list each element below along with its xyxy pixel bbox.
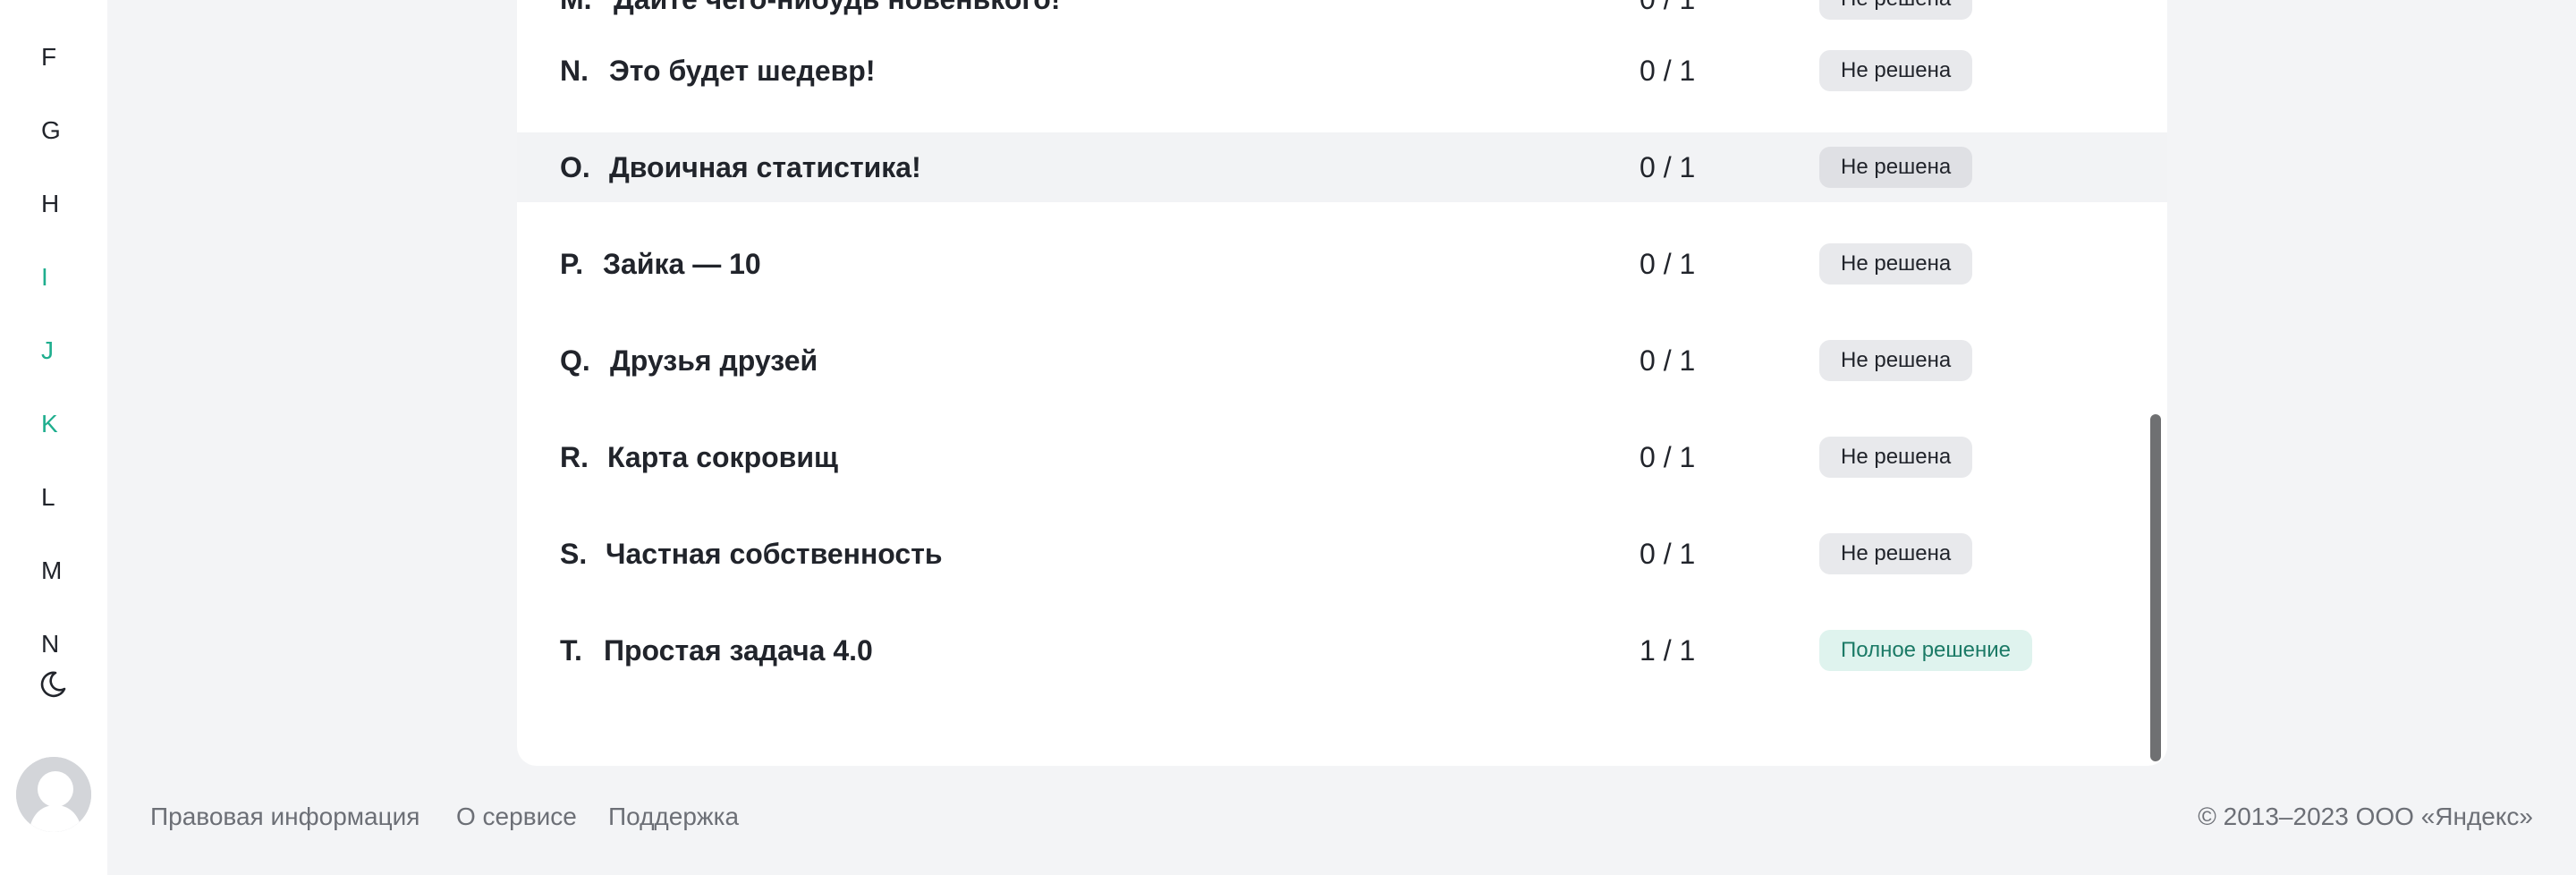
problem-score: 0 / 1 [1640, 344, 1696, 377]
status-badge-full: Полное решение [1819, 630, 2032, 671]
problem-score: 0 / 1 [1640, 247, 1696, 280]
problem-row-q[interactable]: Q. Друзья друзей 0 / 1 Не решена [517, 326, 2167, 395]
problem-score: 0 / 1 [1640, 150, 1696, 183]
nav-letter-h[interactable]: H [41, 190, 59, 218]
status-badge: Не решена [1819, 340, 1973, 381]
user-avatar-icon[interactable] [16, 757, 91, 832]
problem-row-t[interactable]: T. Простая задача 4.0 1 / 1 Полное решен… [517, 616, 2167, 685]
nav-letter-g[interactable]: G [41, 116, 61, 145]
moon-icon[interactable] [38, 669, 68, 700]
problem-name[interactable]: Двоичная статистика! [609, 151, 921, 184]
nav-letter-l[interactable]: L [41, 483, 55, 512]
problem-name[interactable]: Частная собственность [606, 538, 943, 571]
problem-row-r[interactable]: R. Карта сокровищ 0 / 1 Не решена [517, 422, 2167, 492]
problem-code: S. [560, 537, 588, 570]
problem-name[interactable]: Простая задача 4.0 [604, 634, 873, 667]
problem-name[interactable]: Друзья друзей [610, 344, 818, 378]
problem-score: 0 / 1 [1640, 0, 1695, 16]
footer-support-link[interactable]: Поддержка [608, 803, 739, 831]
problem-row-m[interactable]: M. Дайте чего-нибудь новенького! 0 / 1 Н… [517, 0, 2167, 34]
problem-code: T. [560, 633, 582, 667]
problem-name[interactable]: Это будет шедевр! [609, 55, 876, 88]
nav-letter-i[interactable]: I [41, 263, 48, 292]
copyright-text: © 2013–2023 ООО «Яндекс» [2198, 803, 2533, 830]
nav-letter-m[interactable]: M [41, 556, 62, 585]
problem-code: R. [560, 440, 589, 473]
status-badge: Не решена [1819, 50, 1973, 91]
problem-row-n[interactable]: N. Это будет шедевр! 0 / 1 Не решена [517, 36, 2167, 106]
problem-score: 0 / 1 [1640, 54, 1696, 87]
nav-letter-k[interactable]: K [41, 410, 58, 438]
problem-score: 1 / 1 [1640, 633, 1696, 667]
status-badge: Не решена [1819, 243, 1973, 285]
footer-about-link[interactable]: О сервисе [456, 803, 577, 831]
problem-code: O. [560, 150, 590, 183]
nav-letter-n[interactable]: N [41, 630, 59, 653]
footer-legal-link[interactable]: Правовая информация [150, 803, 419, 831]
status-badge: Не решена [1819, 437, 1973, 478]
problem-row-s[interactable]: S. Частная собственность 0 / 1 Не решена [517, 519, 2167, 589]
problem-letter-nav: F G H I J K L M N [0, 0, 107, 653]
problem-score: 0 / 1 [1640, 537, 1696, 570]
nav-letter-j[interactable]: J [41, 336, 54, 365]
nav-letter-f[interactable]: F [41, 43, 56, 72]
problem-name[interactable]: Дайте чего-нибудь новенького! [614, 0, 1061, 16]
problem-row-p[interactable]: P. Зайка — 10 0 / 1 Не решена [517, 229, 2167, 299]
status-badge: Не решена [1819, 147, 1973, 188]
problem-name[interactable]: Зайка — 10 [603, 248, 761, 281]
scrollbar-thumb[interactable] [2150, 414, 2161, 761]
problem-code: Q. [560, 344, 590, 377]
problem-code: N. [560, 54, 589, 87]
sidebar: F G H I J K L M N [0, 0, 107, 875]
status-badge: Не решена [1819, 0, 1973, 20]
problems-panel: M. Дайте чего-нибудь новенького! 0 / 1 Н… [517, 0, 2167, 766]
problem-score: 0 / 1 [1640, 440, 1696, 473]
problem-name[interactable]: Карта сокровищ [607, 441, 838, 474]
problem-code: P. [560, 247, 584, 280]
problem-code: M. [560, 0, 592, 16]
status-badge: Не решена [1819, 533, 1973, 574]
problem-row-o[interactable]: O. Двоичная статистика! 0 / 1 Не решена [517, 132, 2167, 202]
